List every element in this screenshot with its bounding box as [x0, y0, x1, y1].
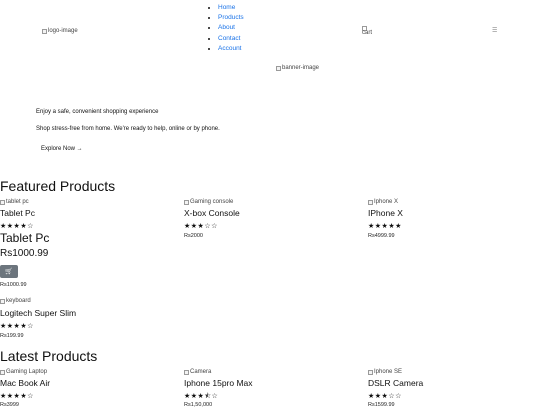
product-rating: ★★★★☆: [0, 223, 34, 230]
product-price: Rs1000.99: [0, 282, 27, 288]
featured-products-title: Featured Products: [0, 178, 116, 194]
product-image[interactable]: Iphone SE: [368, 369, 402, 375]
product-name[interactable]: IPhone X: [368, 208, 403, 218]
latest-products-title: Latest Products: [0, 348, 98, 364]
nav-item-home[interactable]: Home: [218, 3, 244, 13]
product-name[interactable]: Iphone 15pro Max: [184, 378, 253, 388]
broken-image-icon: [184, 199, 189, 205]
nav-item-products[interactable]: Products: [218, 13, 244, 23]
product-name[interactable]: Mac Book Air: [0, 378, 50, 388]
product-price: Rs199.99: [0, 333, 24, 339]
cart-image[interactable]: cart: [362, 26, 380, 36]
product-price: Rs4999.99: [368, 233, 395, 239]
broken-image-icon: [42, 28, 47, 34]
product-image[interactable]: tablet pc: [0, 199, 29, 205]
broken-image-icon: [0, 199, 5, 205]
product-detail-name: Tablet Pc: [0, 231, 50, 245]
product-rating: ★★★★★: [368, 223, 402, 230]
product-price: Rs3999: [0, 402, 19, 408]
broken-image-icon: [0, 369, 5, 375]
nav-link-about[interactable]: About: [218, 24, 235, 31]
add-to-cart-button[interactable]: 🛒: [0, 265, 18, 278]
product-rating: ★★★★☆: [0, 393, 34, 400]
explore-now-button[interactable]: Explore Now →: [41, 146, 83, 152]
broken-image-icon: [0, 298, 5, 304]
nav-link-account[interactable]: Account: [218, 45, 242, 52]
nav-item-contact[interactable]: Contact: [218, 34, 244, 44]
nav-link-contact[interactable]: Contact: [218, 35, 240, 42]
logo-image[interactable]: logo-image: [42, 28, 78, 34]
product-rating: ★★★☆☆: [368, 393, 402, 400]
main-nav: Home Products About Contact Account: [210, 3, 244, 54]
product-price: Rs2000: [184, 233, 203, 239]
product-detail-price: Rs1000.99: [0, 248, 49, 259]
nav-item-about[interactable]: About: [218, 23, 244, 33]
broken-image-icon: [184, 369, 189, 375]
product-name[interactable]: X-box Console: [184, 208, 240, 218]
hero-subtext: Shop stress-free from home. We're ready …: [36, 126, 220, 132]
product-price: Rs1,50,000: [184, 402, 213, 408]
product-image[interactable]: Iphone X: [368, 199, 398, 205]
product-image[interactable]: Gaming Laptop: [0, 369, 47, 375]
hero-tagline: Enjoy a safe, convenient shopping experi…: [36, 109, 159, 115]
menu-icon[interactable]: ☰: [492, 27, 497, 34]
product-image[interactable]: keyboard: [0, 298, 31, 304]
broken-image-icon: [368, 369, 373, 375]
product-name[interactable]: Tablet Pc: [0, 208, 35, 218]
broken-image-icon: [368, 199, 373, 205]
product-rating: ★★★☆☆: [184, 223, 218, 230]
product-image[interactable]: Gaming console: [184, 199, 233, 205]
cart-icon: 🛒: [5, 269, 13, 275]
product-rating: ★★★★☆: [0, 323, 34, 330]
nav-item-account[interactable]: Account: [218, 44, 244, 54]
product-name[interactable]: DSLR Camera: [368, 378, 423, 388]
nav-link-products[interactable]: Products: [218, 14, 244, 21]
nav-link-home[interactable]: Home: [218, 4, 235, 11]
product-image[interactable]: Camera: [184, 369, 211, 375]
product-price: Rs1599.99: [368, 402, 395, 408]
product-name[interactable]: Logitech Super Slim: [0, 308, 76, 318]
broken-image-icon: [276, 65, 281, 71]
banner-image: banner-image: [276, 65, 319, 71]
